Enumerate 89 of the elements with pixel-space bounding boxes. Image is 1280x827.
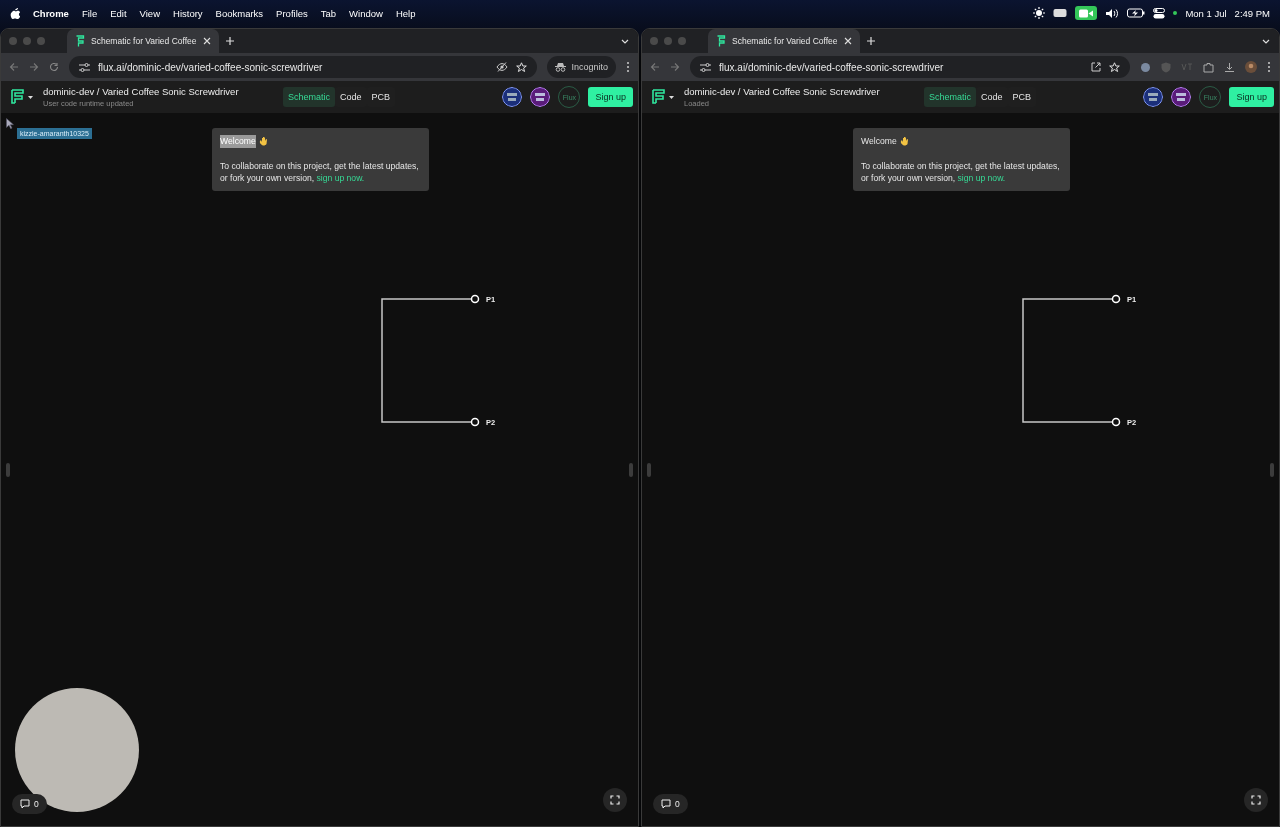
volume-icon[interactable] bbox=[1105, 7, 1120, 19]
close-icon[interactable] bbox=[202, 37, 211, 45]
more-icon[interactable] bbox=[1267, 61, 1271, 73]
resize-handle[interactable] bbox=[6, 463, 10, 477]
menu-item[interactable]: View bbox=[139, 7, 160, 19]
flux-menu-icon[interactable] bbox=[650, 88, 676, 106]
welcome-message: To collaborate on this project, get the latest updates, or fork your own version, sign up now. bbox=[861, 159, 1061, 185]
flux-menu-icon[interactable] bbox=[9, 88, 35, 106]
site-settings-icon[interactable] bbox=[700, 62, 711, 72]
cursor-icon bbox=[6, 118, 14, 129]
browser-tab[interactable]: Schematic for Varied Coffee bbox=[67, 29, 219, 53]
extension-icon[interactable] bbox=[1140, 61, 1151, 73]
menu-item[interactable]: Profiles bbox=[276, 7, 308, 19]
open-external-icon[interactable] bbox=[1091, 62, 1101, 72]
menu-item[interactable]: Help bbox=[395, 7, 416, 19]
eye-slash-icon[interactable] bbox=[496, 62, 509, 72]
menu-item[interactable]: Window bbox=[349, 7, 383, 19]
control-center-icon[interactable] bbox=[1153, 7, 1166, 19]
sign-up-button[interactable]: Sign up bbox=[1229, 87, 1274, 107]
incognito-icon bbox=[555, 62, 567, 72]
incognito-label: Incognito bbox=[571, 62, 608, 72]
close-icon[interactable] bbox=[843, 37, 852, 45]
sign-up-link[interactable]: sign up now. bbox=[957, 173, 1006, 183]
welcome-title: Welcome bbox=[861, 135, 897, 148]
sign-up-link[interactable]: sign up now. bbox=[316, 173, 365, 183]
comments-button[interactable]: 0 bbox=[653, 794, 688, 814]
incognito-chip[interactable]: Incognito bbox=[547, 56, 616, 78]
view-tab[interactable]: Schematic bbox=[283, 87, 336, 107]
comment-count: 0 bbox=[34, 799, 39, 809]
new-tab-icon[interactable] bbox=[865, 36, 876, 46]
menu-item[interactable]: Tab bbox=[320, 7, 337, 19]
more-icon[interactable] bbox=[626, 61, 630, 73]
menu-item[interactable]: Edit bbox=[110, 7, 127, 19]
menubar-date[interactable]: Mon 1 Jul bbox=[1185, 7, 1227, 19]
menu-item[interactable]: File bbox=[81, 7, 98, 19]
user-avatar-icon[interactable] bbox=[1171, 87, 1192, 107]
resize-handle[interactable] bbox=[629, 463, 633, 477]
welcome-message: To collaborate on this project, get the latest updates, or fork your own version, sign up now. bbox=[220, 159, 420, 185]
welcome-title: Welcome bbox=[220, 135, 256, 148]
user-avatar-icon[interactable] bbox=[530, 87, 551, 107]
menu-item[interactable]: History bbox=[173, 7, 203, 19]
display-icon[interactable] bbox=[1053, 8, 1068, 18]
reload-icon[interactable] bbox=[49, 62, 59, 72]
waving-hand-icon bbox=[258, 136, 269, 147]
comment-icon bbox=[20, 799, 30, 809]
browser-tab[interactable]: Schematic for Varied Coffee bbox=[708, 29, 860, 53]
fullscreen-icon bbox=[610, 795, 620, 805]
sign-up-button[interactable]: Sign up bbox=[588, 87, 633, 107]
puzzle-icon[interactable] bbox=[1203, 61, 1214, 73]
project-title[interactable]: dominic-dev / Varied Coffee Sonic Screwdriver bbox=[684, 86, 904, 97]
pin-terminal[interactable] bbox=[470, 417, 480, 427]
recording-indicator bbox=[1173, 11, 1178, 15]
brightness-icon[interactable] bbox=[1033, 7, 1046, 19]
address-bar[interactable]: flux.ai/dominic-dev/varied-coffee-sonic-screwdriver bbox=[69, 56, 538, 78]
comment-count: 0 bbox=[675, 799, 680, 809]
apple-icon[interactable] bbox=[10, 7, 20, 19]
camera-indicator-icon[interactable] bbox=[1075, 6, 1098, 20]
pin-terminal[interactable] bbox=[1111, 417, 1121, 427]
project-title[interactable]: dominic-dev / Varied Coffee Sonic Screwdriver bbox=[43, 86, 263, 97]
menubar-time[interactable]: 2:49 PM bbox=[1234, 7, 1270, 19]
battery-icon[interactable] bbox=[1127, 8, 1146, 18]
menu-item[interactable]: Bookmarks bbox=[215, 7, 264, 19]
pin-terminal[interactable] bbox=[1111, 294, 1121, 304]
address-bar[interactable]: flux.ai/dominic-dev/varied-coffee-sonic-screwdriver bbox=[690, 56, 1130, 78]
app-menu[interactable]: Chrome bbox=[33, 7, 69, 19]
fullscreen-button[interactable] bbox=[603, 788, 627, 812]
comment-icon bbox=[661, 799, 671, 809]
star-icon[interactable] bbox=[516, 61, 528, 73]
fullscreen-button[interactable] bbox=[1244, 788, 1268, 812]
download-icon[interactable] bbox=[1224, 61, 1235, 73]
url-text[interactable]: flux.ai/dominic-dev/varied-coffee-sonic-screwdriver bbox=[98, 61, 489, 73]
pin-terminal[interactable] bbox=[470, 294, 480, 304]
user-avatar-icon[interactable] bbox=[1143, 87, 1164, 107]
profile-avatar-icon[interactable] bbox=[1245, 61, 1257, 73]
resize-handle[interactable] bbox=[647, 463, 651, 477]
user-avatar-icon[interactable] bbox=[502, 87, 523, 107]
site-settings-icon[interactable] bbox=[79, 62, 90, 72]
flux-logo-icon bbox=[75, 35, 85, 47]
tab-title: Schematic for Varied Coffee bbox=[91, 36, 197, 46]
new-tab-icon[interactable] bbox=[224, 36, 235, 46]
fullscreen-icon bbox=[1251, 795, 1261, 805]
flux-logo-icon bbox=[716, 35, 726, 47]
star-icon[interactable] bbox=[1109, 61, 1120, 73]
view-tab[interactable]: Schematic bbox=[924, 87, 977, 107]
tab-title: Schematic for Varied Coffee bbox=[732, 36, 838, 46]
comments-button[interactable]: 0 bbox=[12, 794, 47, 814]
waving-hand-icon bbox=[899, 136, 910, 147]
resize-handle[interactable] bbox=[1270, 463, 1274, 477]
url-text[interactable]: flux.ai/dominic-dev/varied-coffee-sonic-screwdriver bbox=[719, 61, 1083, 73]
